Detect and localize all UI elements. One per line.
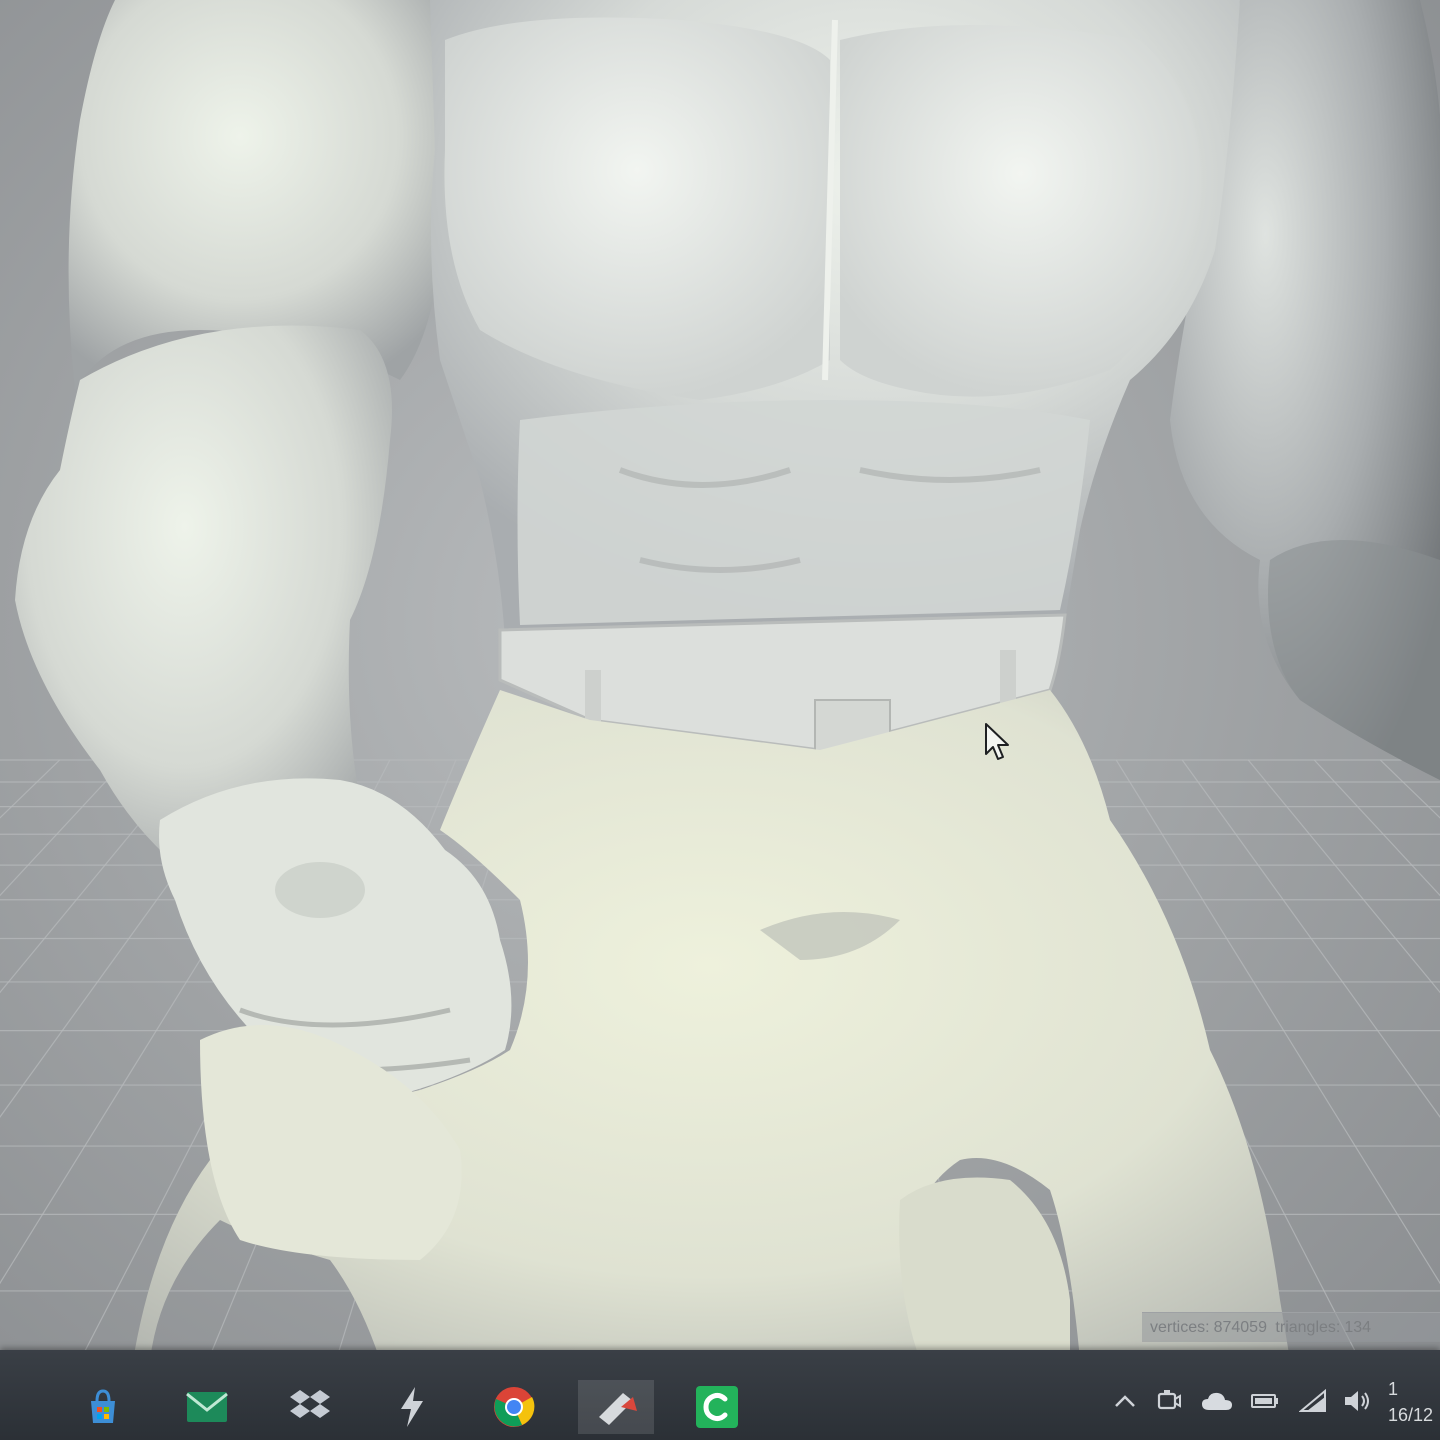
volume-icon[interactable] — [1340, 1384, 1374, 1418]
wifi-icon[interactable] — [1296, 1384, 1330, 1418]
mesh-stats-overlay: vertices: 874059 triangles: 134 — [1142, 1312, 1440, 1342]
clock-time: 1 — [1388, 1379, 1399, 1399]
3d-viewport[interactable]: vertices: 874059 triangles: 134 — [0, 0, 1440, 1380]
fist-thumb — [275, 862, 365, 918]
meet-now-icon[interactable] — [1152, 1384, 1186, 1418]
onedrive-icon[interactable] — [1200, 1384, 1234, 1418]
store-icon[interactable] — [76, 1380, 130, 1434]
triangles-value: 134 — [1344, 1319, 1372, 1336]
vertices-label: vertices: — [1150, 1319, 1210, 1336]
mail-icon[interactable] — [180, 1380, 234, 1434]
vertices-value: 874059 — [1213, 1319, 1267, 1336]
taskbar: 1 16/12 — [0, 1350, 1440, 1440]
chevron-up-icon[interactable] — [1108, 1384, 1142, 1418]
modeling-app-icon[interactable] — [578, 1380, 654, 1434]
right-forearm-shadow — [1268, 540, 1440, 780]
battery-icon[interactable] — [1248, 1384, 1282, 1418]
left-pec — [444, 17, 830, 400]
dropbox-icon[interactable] — [283, 1380, 337, 1434]
abdomen — [517, 400, 1090, 625]
green-c-app-icon[interactable] — [690, 1380, 744, 1434]
belt-loop-left — [585, 670, 601, 725]
system-clock[interactable]: 1 16/12 — [1388, 1376, 1440, 1432]
chrome-icon[interactable] — [487, 1380, 541, 1434]
right-knee — [899, 1177, 1070, 1360]
triangles-label: triangles: — [1275, 1319, 1341, 1336]
mouse-cursor-icon — [985, 723, 1009, 760]
sculpt-model[interactable] — [0, 0, 1440, 1380]
lightning-app-icon[interactable] — [385, 1380, 439, 1434]
clock-date: 16/12 — [1388, 1405, 1434, 1425]
